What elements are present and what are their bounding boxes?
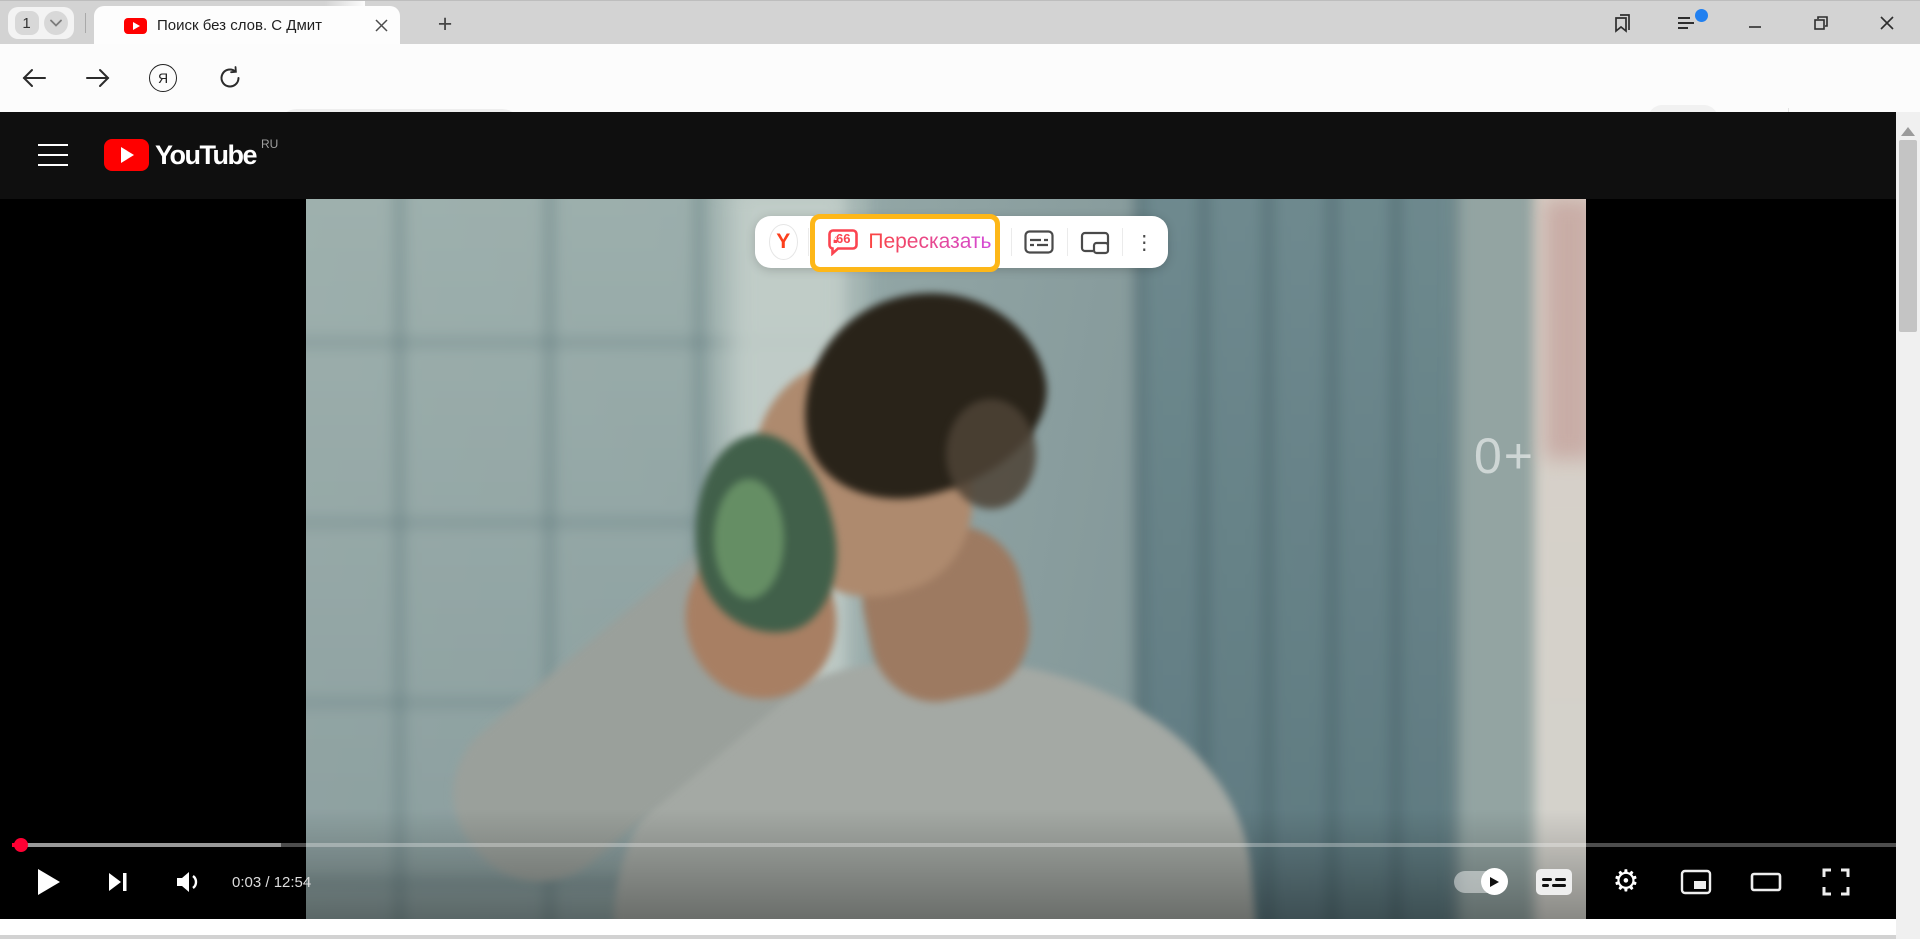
chameleon-belly [714, 479, 784, 599]
autoplay-track [1454, 871, 1507, 893]
youtube-logo[interactable]: YouTube RU [104, 139, 278, 171]
captions-icon [1536, 869, 1572, 895]
picture-in-picture-icon[interactable] [1077, 220, 1111, 264]
time-display: 0:03 / 12:54 [232, 859, 311, 905]
video-player[interactable]: 0+ Y 66 Пересказать [0, 199, 1920, 919]
yandex-video-toolbar: Y 66 Пересказать [755, 216, 1168, 268]
theater-mode-button[interactable] [1740, 859, 1792, 905]
man-hair-fade [946, 399, 1036, 509]
window-controls [1590, 1, 1920, 45]
subtitles-icon[interactable] [1022, 220, 1056, 264]
progress-bar[interactable] [12, 843, 1908, 847]
progress-buffered [12, 843, 281, 847]
youtube-favicon-icon [124, 18, 147, 34]
age-rating: 0+ [1474, 427, 1535, 485]
youtube-region-label: RU [261, 137, 278, 151]
next-icon [106, 870, 130, 894]
side-panel-bookmarks-icon[interactable] [1590, 1, 1656, 45]
next-button[interactable] [96, 859, 140, 905]
settings-button[interactable]: ⚙ [1600, 859, 1652, 905]
overlay-divider [1122, 228, 1123, 256]
page-scrollbar[interactable] [1896, 112, 1920, 939]
fullscreen-icon [1822, 868, 1850, 896]
scrollbar-thumb[interactable] [1899, 140, 1917, 332]
scroll-up-arrow-icon[interactable] [1901, 120, 1915, 136]
youtube-play-badge-icon [104, 139, 149, 171]
window-bottom-edge [0, 935, 1920, 939]
tab-strip-divider [85, 13, 86, 33]
notification-dot [1695, 9, 1708, 22]
reload-button[interactable] [210, 44, 250, 112]
volume-button[interactable] [164, 859, 214, 905]
browser-menu-icon[interactable] [1656, 1, 1722, 45]
volume-icon [175, 870, 203, 894]
address-toolbar: Я www.youtube.com Поиск без слов. С Дмит… [0, 44, 1920, 112]
youtube-header: YouTube RU [0, 112, 1920, 199]
tab-title: Поиск без слов. С Дмит [157, 17, 372, 34]
active-tab[interactable]: Поиск без слов. С Дмит [94, 6, 400, 45]
youtube-logo-text: YouTube [155, 139, 256, 171]
yandex-search-icon[interactable]: Я [143, 44, 183, 112]
play-icon [38, 869, 73, 895]
back-button[interactable] [14, 44, 54, 112]
minimize-button[interactable] [1722, 1, 1788, 45]
overlay-more-icon[interactable]: ⋮ [1133, 220, 1156, 264]
overlay-divider [1067, 228, 1068, 256]
browser-window: 1 Поиск без слов. С Дмит + [0, 0, 1920, 939]
yandex-logo-icon[interactable]: Y [769, 224, 798, 260]
scene-pink-building [1544, 199, 1586, 459]
restore-button[interactable] [1788, 1, 1854, 45]
miniplayer-icon [1680, 869, 1712, 895]
retell-label: Пересказать [868, 230, 991, 254]
quote-bubble-icon: 66 [828, 228, 858, 256]
guide-menu-icon[interactable] [38, 144, 68, 166]
tab-close-icon[interactable] [375, 19, 388, 32]
close-window-button[interactable] [1854, 1, 1920, 45]
miniplayer-button[interactable] [1670, 859, 1722, 905]
chevron-down-icon[interactable] [44, 11, 68, 35]
fullscreen-button[interactable] [1810, 859, 1862, 905]
theater-icon [1750, 872, 1782, 892]
autoplay-knob [1481, 868, 1508, 895]
tab-counter[interactable]: 1 [8, 7, 74, 39]
tab-strip: 1 Поиск без слов. С Дмит + [0, 0, 1920, 44]
svg-text:66: 66 [836, 231, 850, 246]
play-button[interactable] [30, 859, 74, 905]
autoplay-toggle[interactable] [1450, 859, 1510, 905]
progress-scrubber[interactable] [14, 838, 28, 852]
overlay-divider [808, 228, 809, 256]
retell-button[interactable]: 66 Пересказать [818, 228, 1001, 256]
tab-count: 1 [15, 11, 39, 35]
forward-button[interactable] [78, 44, 118, 112]
captions-button[interactable] [1528, 859, 1580, 905]
new-tab-button[interactable]: + [430, 9, 460, 39]
overlay-divider [1011, 228, 1012, 256]
